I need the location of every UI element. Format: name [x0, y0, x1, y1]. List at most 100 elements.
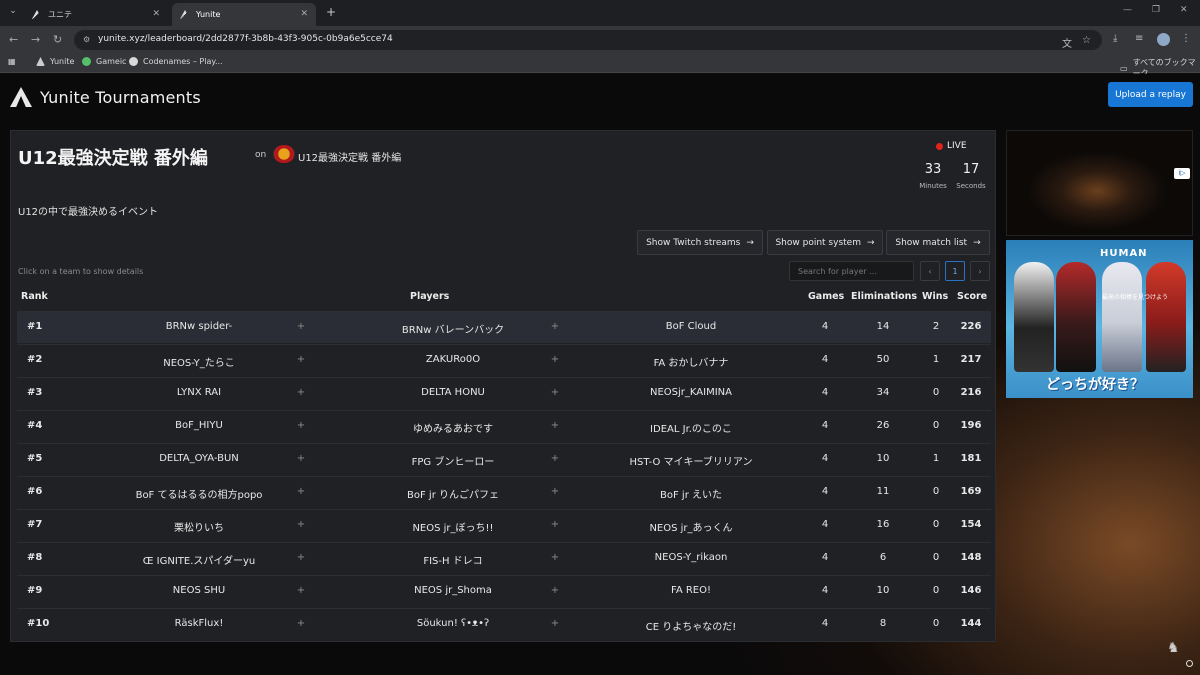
- live-indicator: LIVE: [936, 141, 967, 151]
- player-name: NEOS SHU: [172, 585, 226, 596]
- header-rank[interactable]: Rank: [21, 291, 48, 302]
- team-wins: 0: [932, 387, 940, 398]
- new-tab-button[interactable]: +: [326, 5, 336, 19]
- header-wins[interactable]: Wins: [922, 291, 948, 302]
- player-name: BoF jr えいた: [660, 490, 722, 501]
- team-eliminations: 34: [876, 387, 890, 398]
- player-separator: +: [550, 420, 560, 431]
- bookmark-gameic[interactable]: Gameic: [82, 57, 126, 66]
- team-row[interactable]: #8 Œ IGNITE.スパイダーyu FIS-H ドレコ NEOS-Y_rikaon…: [17, 542, 991, 574]
- arrow-right-icon: →: [866, 237, 875, 248]
- yunite-logo-icon: [10, 87, 32, 107]
- show-twitch-streams-button[interactable]: Show Twitch streams →: [637, 230, 763, 255]
- team-row[interactable]: #3 LYNX RAI DELTA HONU NEOSjr_KAIMINA + +4 34 0…: [17, 377, 991, 409]
- page: Yunite Tournaments Upload a replay U12最強…: [0, 74, 1200, 675]
- close-tab-icon[interactable]: ✕: [152, 9, 160, 19]
- show-match-list-button[interactable]: Show match list →: [886, 230, 990, 255]
- maximize-icon[interactable]: ❐: [1152, 5, 1160, 15]
- page-prev-button[interactable]: ‹: [920, 261, 940, 281]
- team-games: 4: [821, 486, 829, 497]
- player-separator: +: [296, 420, 306, 431]
- minimize-icon[interactable]: —: [1123, 5, 1132, 15]
- team-wins: 0: [932, 519, 940, 530]
- page-1-button[interactable]: 1: [945, 261, 965, 281]
- organizer-name[interactable]: U12最強決定戦 番外編: [298, 149, 401, 164]
- reload-icon[interactable]: ↻: [53, 33, 62, 46]
- team-row[interactable]: #6 BoF てるはるるの相方popo BoF jr りんごパフェ BoF jr えい…: [17, 476, 991, 508]
- bookmark-star-icon[interactable]: ☆: [1082, 35, 1091, 46]
- close-tab-icon[interactable]: ✕: [300, 9, 308, 19]
- team-wins: 0: [932, 420, 940, 431]
- team-eliminations: 26: [876, 420, 890, 431]
- player-separator: +: [296, 453, 306, 464]
- bookmark-codenames[interactable]: Codenames – Play...: [129, 57, 223, 66]
- menu-icon[interactable]: ⋮: [1181, 33, 1191, 44]
- close-window-icon[interactable]: ✕: [1180, 5, 1188, 15]
- browser-tab-label: ユニテ: [48, 10, 72, 19]
- profile-avatar[interactable]: [1157, 33, 1170, 46]
- site-info-icon[interactable]: ⚙: [83, 35, 93, 45]
- organizer-logo[interactable]: [273, 145, 295, 163]
- team-score: 154: [960, 519, 982, 530]
- team-eliminations: 50: [876, 354, 890, 365]
- yunite-favicon-icon: [180, 10, 190, 19]
- team-rank: #10: [27, 618, 50, 629]
- team-games: 4: [821, 321, 829, 332]
- upload-replay-button[interactable]: Upload a replay: [1108, 82, 1193, 107]
- download-icon[interactable]: ⤓: [1113, 33, 1117, 44]
- browser-tab-1[interactable]: Yunite ✕: [172, 3, 316, 26]
- team-rank: #3: [27, 387, 43, 398]
- player-separator: +: [550, 387, 560, 398]
- player-separator: +: [550, 519, 560, 530]
- player-name: HST-O マイキーブリリアン: [629, 457, 753, 468]
- team-row[interactable]: #7 栗松りいち NEOS jr_ぼっち!! NEOS jr_あっくん + +4 16 0 15…: [17, 509, 991, 541]
- team-row[interactable]: #1 BRNw spider- BRNw バレーンバック BoF Cloud + +4 14…: [17, 311, 991, 343]
- team-row[interactable]: #5 DELTA_OYA-BUN FPG ブンヒーロー HST-O マイキーブリリアン…: [17, 443, 991, 475]
- translate-icon[interactable]: 文: [1062, 35, 1072, 50]
- advertisement[interactable]: HUMAN 最高の相棒を見つけよう どっちが好き？: [1006, 240, 1193, 398]
- team-score: 216: [960, 387, 982, 398]
- ad-character-image: [1102, 262, 1142, 372]
- bookmark-yunite[interactable]: Yunite: [36, 57, 74, 66]
- team-score: 146: [960, 585, 982, 596]
- yunite-bookmark-icon: [36, 57, 45, 66]
- extensions-icon[interactable]: ≡: [1135, 33, 1143, 44]
- header-eliminations[interactable]: Eliminations: [851, 291, 917, 302]
- team-eliminations: 11: [876, 486, 890, 497]
- team-rank: #7: [27, 519, 43, 530]
- ad-choices-icon[interactable]: i▷: [1174, 168, 1190, 179]
- address-bar: ← → ↻ ⚙ yunite.xyz/leaderboard/2dd2877f-…: [0, 26, 1200, 53]
- url-input[interactable]: ⚙ yunite.xyz/leaderboard/2dd2877f-3b8b-4…: [74, 30, 1102, 50]
- brand-link[interactable]: Yunite Tournaments: [10, 87, 201, 107]
- team-score: 226: [960, 321, 982, 332]
- stream-video-player[interactable]: [1006, 130, 1193, 236]
- player-name: 栗松りいち: [174, 523, 224, 534]
- team-row[interactable]: #2 NEOS-Y_たらこ ZAKURo0O FA おかしバナナ + +4 50 1 217: [17, 344, 991, 376]
- apps-icon[interactable]: ▦: [8, 57, 16, 66]
- show-point-system-button[interactable]: Show point system →: [767, 230, 883, 255]
- team-games: 4: [821, 420, 829, 431]
- player-separator: +: [296, 618, 306, 629]
- tab-search-icon[interactable]: ⌄: [6, 6, 20, 20]
- forward-icon[interactable]: →: [31, 33, 40, 46]
- team-score: 181: [960, 453, 982, 464]
- team-rank: #4: [27, 420, 43, 431]
- timer-minutes: 33: [924, 162, 942, 177]
- page-next-button[interactable]: ›: [970, 261, 990, 281]
- team-eliminations: 8: [879, 618, 887, 629]
- player-name: DELTA HONU: [421, 387, 485, 398]
- settings-dot-icon[interactable]: [1186, 660, 1193, 667]
- team-row[interactable]: #10 RäskFlux! Söukun! ʕ•ᴥ•ʔ CE りよちゃなのだ! + +4 8…: [17, 608, 991, 640]
- folder-icon: ▭: [1120, 63, 1128, 73]
- event-title: U12最強決定戦 番外編: [18, 148, 208, 169]
- team-row[interactable]: #4 BoF_HIYU ゆめみるあおです IDEAL Jr.のこのこ + +4 26 0 196: [17, 410, 991, 442]
- header-games[interactable]: Games: [808, 291, 844, 302]
- ad-character-image: [1014, 262, 1054, 372]
- player-search-input[interactable]: [789, 261, 914, 281]
- back-icon[interactable]: ←: [9, 33, 18, 46]
- url-text: yunite.xyz/leaderboard/2dd2877f-3b8b-43f…: [98, 34, 393, 44]
- player-separator: +: [296, 486, 306, 497]
- header-score[interactable]: Score: [957, 291, 987, 302]
- team-row[interactable]: #9 NEOS SHU NEOS jr_Shoma FA REO! + +4 10 0 146: [17, 575, 991, 607]
- browser-tab-0[interactable]: ユニテ ✕: [24, 3, 168, 26]
